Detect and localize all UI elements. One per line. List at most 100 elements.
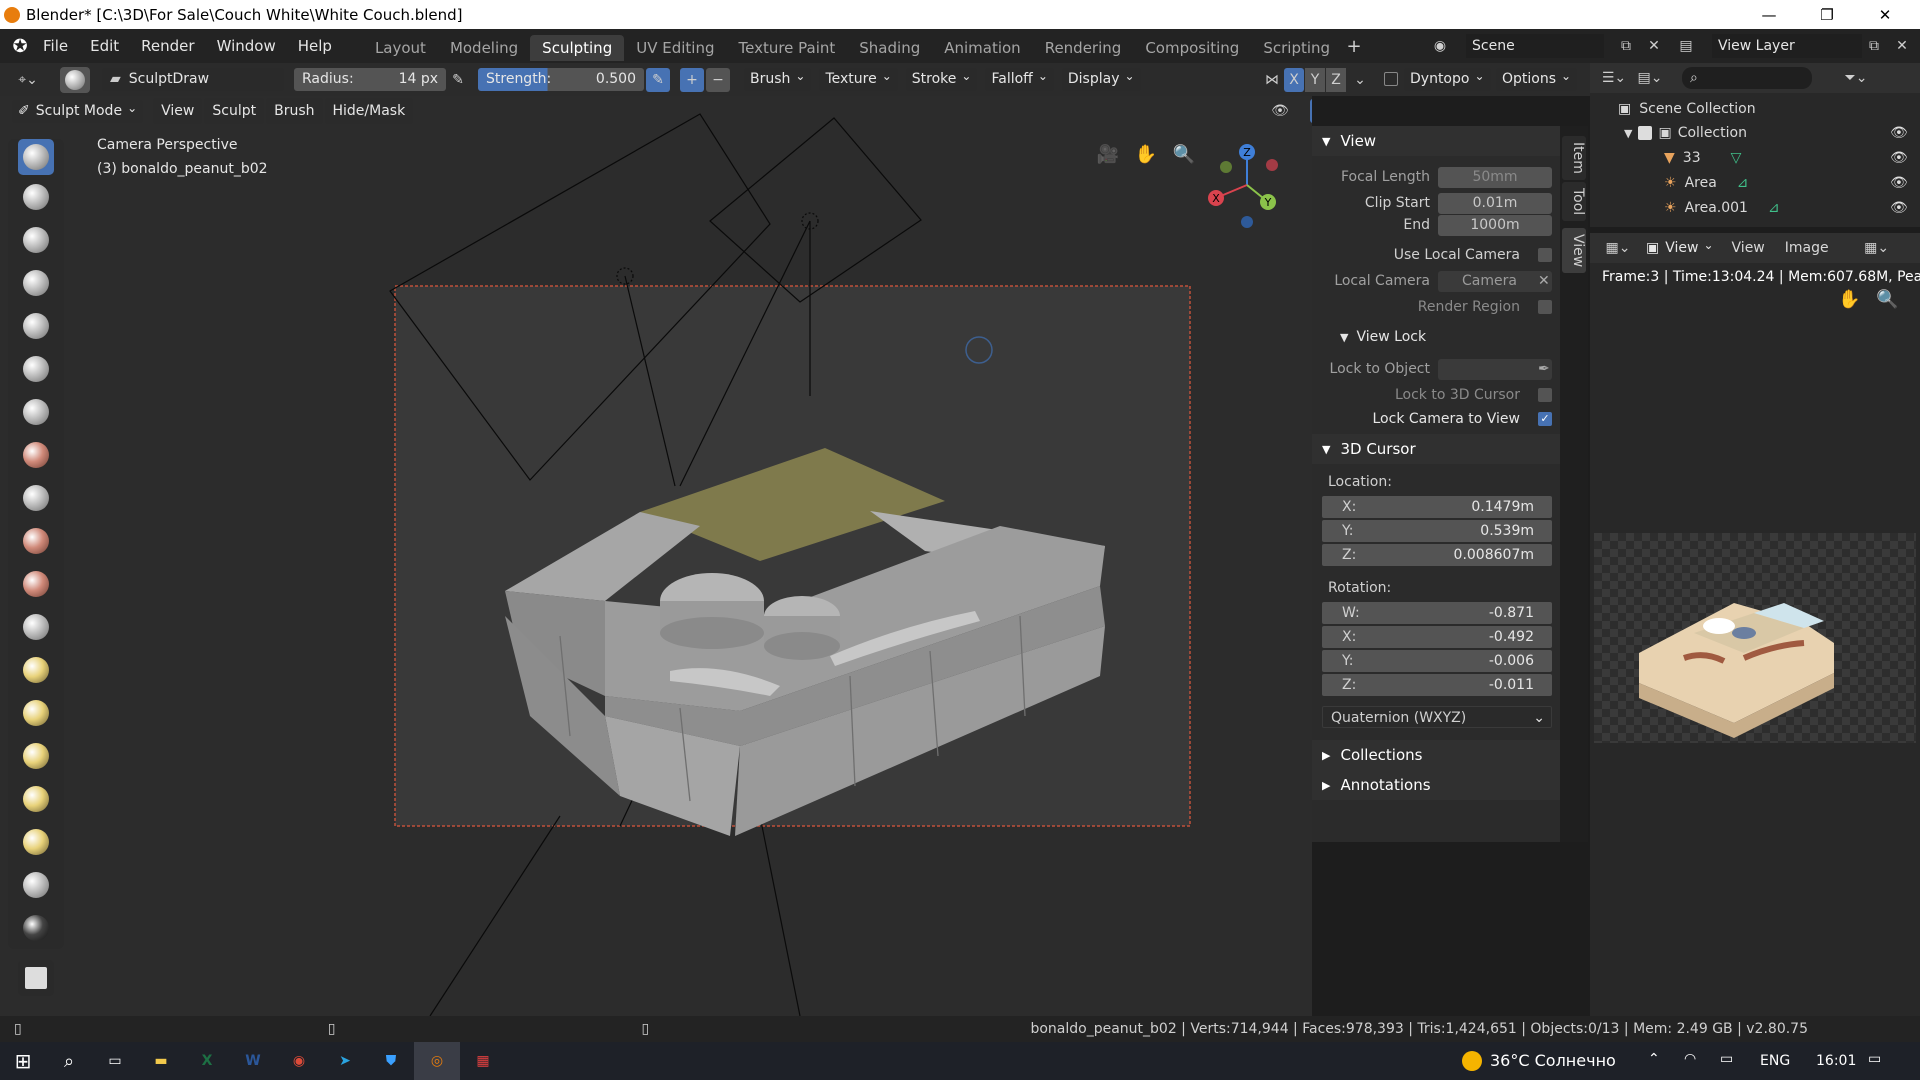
telegram-icon[interactable]: ➤ xyxy=(322,1042,368,1080)
brush-name-field[interactable]: ▰ SculptDraw xyxy=(102,68,284,91)
cursor-rotation-z[interactable]: Z: -0.011 xyxy=(1322,674,1552,696)
cursor-rotation-y[interactable]: Y: -0.006 xyxy=(1322,650,1552,672)
tool-blob[interactable] xyxy=(18,394,54,430)
app-taskbar-icon[interactable]: ▦ xyxy=(460,1042,506,1080)
weather-text[interactable]: 36°C Солнечно xyxy=(1490,1051,1616,1070)
tab-tool[interactable]: Tool xyxy=(1562,182,1586,222)
tool-inflate[interactable] xyxy=(18,351,54,387)
dyntopo-checkbox[interactable] xyxy=(1384,72,1398,86)
image-browse-icon[interactable]: ▦⌄ xyxy=(1859,236,1895,260)
weather-sun-icon[interactable] xyxy=(1462,1051,1482,1071)
lock-camera-view-checkbox[interactable]: ✓ xyxy=(1538,412,1552,426)
tool-thumb[interactable] xyxy=(18,781,54,817)
clip-end-field[interactable]: 1000m xyxy=(1438,214,1552,236)
tab-animation[interactable]: Animation xyxy=(932,35,1032,61)
image-editor-view-menu[interactable]: View xyxy=(1732,240,1765,256)
tab-item[interactable]: Item xyxy=(1562,136,1586,180)
tool-clay-strips[interactable] xyxy=(18,265,54,301)
cursor-rotation-x[interactable]: X: -0.492 xyxy=(1322,626,1552,648)
camera-view-icon[interactable]: 🎥 xyxy=(1096,142,1120,166)
tab-texture-paint[interactable]: Texture Paint xyxy=(726,35,847,61)
add-workspace-icon[interactable]: + xyxy=(1342,34,1366,58)
view-layer-icon[interactable]: ▤ xyxy=(1674,34,1698,58)
render-region-checkbox[interactable] xyxy=(1538,300,1552,314)
visibility-eye-icon[interactable]: 👁 xyxy=(1890,150,1908,166)
clock[interactable]: 16:01 xyxy=(1816,1053,1856,1069)
navigation-gizmo[interactable]: Z X Y xyxy=(1202,140,1292,230)
tab-modeling[interactable]: Modeling xyxy=(438,35,530,61)
render-preview[interactable] xyxy=(1594,533,1916,743)
tool-smooth[interactable] xyxy=(18,480,54,516)
view-layer-field[interactable]: View Layer xyxy=(1712,34,1862,58)
symmetry-dropdown-icon[interactable]: ⌄ xyxy=(1348,68,1372,92)
direction-add-icon[interactable]: + xyxy=(680,67,704,92)
falloff-menu[interactable]: Falloff xyxy=(985,68,1054,91)
collection-checkbox[interactable] xyxy=(1638,126,1653,140)
tab-compositing[interactable]: Compositing xyxy=(1133,35,1251,61)
tool-fill[interactable] xyxy=(18,566,54,602)
delete-scene-icon[interactable]: ✕ xyxy=(1642,34,1666,58)
tool-scrape[interactable] xyxy=(18,609,54,645)
lock-to-object-field[interactable] xyxy=(1438,358,1552,380)
outliner-search-input[interactable]: ⌕ xyxy=(1682,67,1812,89)
tool-mask[interactable] xyxy=(18,910,54,946)
menu-window[interactable]: Window xyxy=(206,29,287,63)
scene-icon[interactable]: ◉ xyxy=(1428,34,1452,58)
stroke-menu[interactable]: Stroke xyxy=(905,68,978,91)
visibility-icon[interactable]: 👁 xyxy=(1268,99,1292,123)
outliner-editor-type-icon[interactable]: ☰⌄ xyxy=(1596,66,1632,90)
pan-hand-icon[interactable]: ✋ xyxy=(1838,289,1860,310)
menu-file[interactable]: File xyxy=(32,29,79,63)
excel-icon[interactable]: X xyxy=(184,1042,230,1080)
blender-menu-icon[interactable]: ✪ xyxy=(8,34,32,58)
delete-view-layer-icon[interactable]: ✕ xyxy=(1890,34,1914,58)
menu-view[interactable]: View xyxy=(153,98,203,124)
mirror-y-toggle[interactable]: Y xyxy=(1305,67,1325,92)
task-view-icon[interactable]: ▭ xyxy=(92,1042,138,1080)
zoom-icon[interactable]: 🔍 xyxy=(1172,142,1196,166)
tab-sculpting[interactable]: Sculpting xyxy=(530,35,625,61)
direction-subtract-icon[interactable]: − xyxy=(706,67,730,92)
rotation-mode-select[interactable]: Quaternion (WXYZ) ⌄ xyxy=(1322,706,1552,728)
strength-field[interactable]: Strength: 0.500 xyxy=(478,68,644,91)
dyntopo-menu[interactable]: Dyntopo xyxy=(1404,68,1491,91)
brush-menu[interactable]: Brush xyxy=(744,68,812,91)
clip-start-field[interactable]: 0.01m xyxy=(1438,192,1552,214)
tool-clay[interactable] xyxy=(18,222,54,258)
tool-box-hide[interactable] xyxy=(18,960,54,996)
options-menu[interactable]: Options xyxy=(1496,68,1578,91)
language-indicator[interactable]: ENG xyxy=(1760,1053,1790,1069)
menu-hide-mask[interactable]: Hide/Mask xyxy=(324,98,414,124)
symmetry-icon[interactable]: ⋈ xyxy=(1260,68,1284,92)
visibility-eye-icon[interactable]: 👁 xyxy=(1890,175,1908,191)
focal-length-field[interactable]: 50mm xyxy=(1438,166,1552,188)
shield-icon[interactable]: ⛊ xyxy=(368,1042,414,1080)
tool-snake-hook[interactable] xyxy=(18,738,54,774)
menu-render[interactable]: Render xyxy=(130,29,205,63)
view-mode-select[interactable]: ▣ View xyxy=(1640,237,1720,260)
notifications-icon[interactable]: ▭ xyxy=(1868,1051,1881,1067)
tab-rendering[interactable]: Rendering xyxy=(1033,35,1134,61)
tool-draw-sharp[interactable] xyxy=(18,179,54,215)
outliner-row-scene-collection[interactable]: ▣ Scene Collection xyxy=(1618,101,1756,117)
chrome-icon[interactable]: ◉ xyxy=(276,1042,322,1080)
search-icon[interactable]: ⌕ xyxy=(46,1042,92,1080)
filter-icon[interactable]: ⏷⌄ xyxy=(1838,66,1874,90)
brush-preview-icon[interactable] xyxy=(60,66,90,93)
zoom-icon[interactable]: 🔍 xyxy=(1876,289,1898,310)
cursor-location-y[interactable]: Y: 0.539m xyxy=(1322,520,1552,542)
visibility-eye-icon[interactable]: 👁 xyxy=(1890,125,1908,141)
mirror-x-toggle[interactable]: X xyxy=(1284,67,1304,92)
close-button[interactable]: ✕ xyxy=(1856,0,1914,29)
tool-rotate[interactable] xyxy=(18,867,54,903)
windows-start-icon[interactable]: ⊞ xyxy=(0,1042,46,1080)
view-panel-header[interactable]: ▼ View xyxy=(1312,126,1560,156)
lock-3d-cursor-checkbox[interactable] xyxy=(1538,388,1552,402)
annotations-panel-header[interactable]: ▶ Annotations xyxy=(1312,770,1560,800)
radius-pressure-icon[interactable]: ✎ xyxy=(446,68,470,92)
tab-uv-editing[interactable]: UV Editing xyxy=(624,35,726,61)
mirror-z-toggle[interactable]: Z xyxy=(1326,67,1346,92)
maximize-button[interactable]: ❐ xyxy=(1798,0,1856,29)
menu-edit[interactable]: Edit xyxy=(79,29,130,63)
minimize-button[interactable]: — xyxy=(1740,0,1798,29)
